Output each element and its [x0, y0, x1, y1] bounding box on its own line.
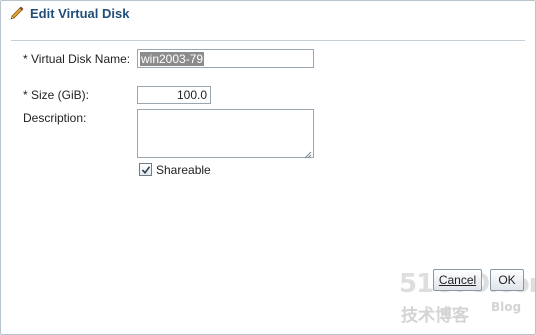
ok-button-label: OK	[498, 273, 516, 287]
virtual-disk-name-label: * Virtual Disk Name:	[23, 52, 131, 66]
ok-button[interactable]: OK	[490, 269, 524, 291]
shareable-checkbox[interactable]	[139, 163, 152, 176]
dialog-title-bar[interactable]: Edit Virtual Disk	[1, 1, 535, 27]
edit-virtual-disk-dialog: Edit Virtual Disk * Virtual Disk Name: w…	[0, 0, 536, 335]
watermark-subtitle: 技术博客	[401, 306, 469, 326]
size-label: * Size (GiB):	[23, 88, 90, 102]
resize-grip-icon[interactable]	[304, 148, 312, 159]
checkmark-icon	[141, 166, 151, 175]
pencil-icon	[9, 5, 25, 21]
watermark-blog: Blog	[491, 300, 522, 314]
cancel-button-label: Cancel	[438, 273, 477, 287]
title-divider	[11, 40, 525, 41]
description-label: Description:	[23, 111, 87, 125]
dialog-title: Edit Virtual Disk	[30, 6, 130, 21]
size-field[interactable]: 100.0	[137, 86, 211, 104]
shareable-label[interactable]: Shareable	[156, 163, 211, 177]
virtual-disk-name-value: win2003-79	[140, 52, 205, 66]
virtual-disk-name-field[interactable]: win2003-79	[137, 49, 314, 68]
cancel-button[interactable]: Cancel	[433, 269, 482, 291]
description-field[interactable]	[137, 109, 314, 159]
